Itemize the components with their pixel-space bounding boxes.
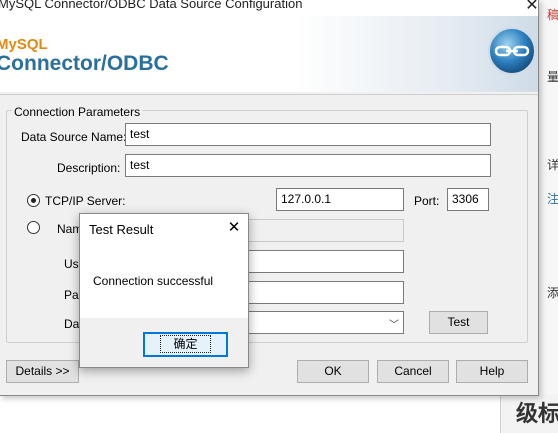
close-icon[interactable]: ✕: [226, 218, 242, 236]
test-button[interactable]: Test: [429, 311, 488, 334]
connector-odbc-title: Connector/ODBC: [0, 52, 169, 75]
dialog-message: Connection successful: [93, 274, 214, 288]
chevron-down-icon: ﹀: [389, 320, 399, 331]
dialog-title: Test Result: [89, 222, 154, 237]
banner-divider: [0, 94, 538, 95]
test-result-dialog: Test Result ✕ Connection successful 确定: [79, 213, 249, 368]
dialog-ok-label: 确定: [160, 335, 211, 353]
user-input[interactable]: [248, 250, 404, 273]
help-button[interactable]: Help: [456, 360, 528, 383]
server-input[interactable]: 127.0.0.1: [276, 188, 404, 211]
dsn-input[interactable]: test: [125, 123, 491, 146]
details-button[interactable]: Details >>: [6, 360, 79, 383]
banner: MySQL Connector/ODBC: [0, 16, 538, 92]
port-input[interactable]: 3306: [447, 188, 489, 211]
background-heading: 级标题: [516, 401, 558, 426]
named-pipe-input: [248, 219, 404, 242]
mysql-logo-text: MySQL: [0, 36, 48, 53]
tcp-ip-label: TCP/IP Server:: [45, 194, 126, 208]
description-label: Description:: [57, 161, 121, 175]
dialog-ok-button[interactable]: 确定: [143, 332, 228, 357]
cancel-button[interactable]: Cancel: [377, 360, 449, 383]
named-pipe-radio[interactable]: [27, 221, 40, 234]
database-select[interactable]: ﹀: [248, 311, 404, 334]
group-label: Connection Parameters: [12, 105, 143, 119]
description-input[interactable]: test: [125, 154, 491, 177]
password-input[interactable]: [248, 281, 404, 304]
window-title: MySQL Connector/ODBC Data Source Configu…: [0, 0, 303, 11]
port-label: Port:: [414, 194, 440, 208]
background-text: 添: [547, 286, 558, 300]
background-text: 量文: [547, 70, 558, 84]
dsn-label: Data Source Name:: [21, 130, 127, 144]
connector-logo-icon: [488, 27, 536, 75]
ok-button[interactable]: OK: [297, 360, 369, 383]
background-text: 注: [547, 192, 558, 206]
tcp-ip-radio[interactable]: [27, 194, 40, 207]
background-text: 稿: [547, 8, 558, 22]
close-icon[interactable]: ✕: [524, 0, 538, 15]
dialog-footer: 确定: [80, 318, 248, 367]
title-bar: MySQL Connector/ODBC Data Source Configu…: [0, 0, 538, 16]
background-text: 详: [547, 158, 558, 172]
